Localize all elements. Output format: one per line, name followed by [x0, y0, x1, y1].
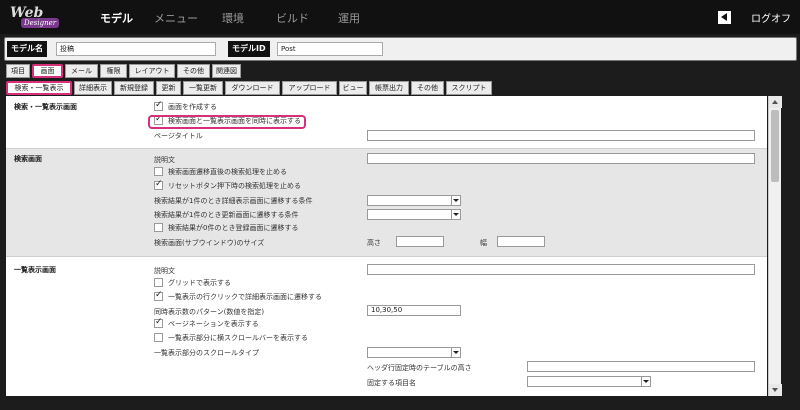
option-label: 検索結果が0件のとき登録画面に遷移する [168, 224, 299, 232]
option-label: 一覧表示部分に横スクロールバーを表示する [168, 334, 308, 342]
grid-display-option[interactable]: グリッドで表示する [154, 277, 231, 289]
scroll-type-select[interactable] [367, 347, 461, 358]
tab-register[interactable]: 新規登録 [114, 81, 154, 95]
subwindow-size-label: 検索画面(サブウインドウ)のサイズ [154, 239, 265, 247]
nav-build[interactable]: ビルド [276, 10, 309, 26]
highlight-frame [148, 115, 306, 129]
checkbox-checked[interactable] [154, 290, 163, 301]
zero-result-register-option[interactable]: 検索結果が0件のとき登録画面に遷移する [154, 222, 299, 234]
nav-model[interactable]: モデル [100, 10, 133, 26]
nav-menu[interactable]: メニュー [154, 10, 198, 26]
fixed-columns-select[interactable] [527, 376, 651, 387]
checkbox-checked[interactable] [154, 317, 163, 328]
tab-download[interactable]: ダウンロード [225, 81, 280, 95]
model-id-label: モデルID [228, 41, 270, 57]
section-title: 検索画面 [14, 155, 42, 163]
row-click-detail-option[interactable]: 一覧表示の行クリックで詳細表示画面に遷移する [154, 290, 322, 303]
search-description-input[interactable] [367, 153, 755, 164]
section-title: 検索・一覧表示画面 [14, 103, 77, 111]
list-description-input[interactable] [367, 264, 755, 275]
model-id-field[interactable]: Post [277, 42, 383, 56]
one-result-detail-select[interactable] [367, 195, 461, 206]
section-search-list: 検索・一覧表示画面 画面を作成する 検索画面と一覧表示画面を同時に表示する ペー… [6, 96, 767, 149]
tab-relation-diagram[interactable]: 関連図 [212, 64, 241, 78]
settings-panel: 検索・一覧表示画面 画面を作成する 検索画面と一覧表示画面を同時に表示する ペー… [6, 96, 767, 396]
vertical-scrollbar[interactable] [768, 96, 782, 396]
chevron-down-icon [451, 210, 460, 219]
chevron-down-icon [641, 377, 650, 386]
checkbox[interactable] [154, 332, 163, 342]
tab-detail[interactable]: 詳細表示 [74, 81, 112, 95]
one-result-update-label: 検索結果が1件のとき更新画面に遷移する条件 [154, 211, 299, 219]
scroll-up-arrow-icon[interactable] [769, 96, 782, 108]
subwindow-width-input[interactable] [497, 236, 545, 247]
description-label: 説明文 [154, 156, 175, 164]
option-label: 検索画面遷移直後の検索処理を止める [168, 168, 287, 176]
tab-view[interactable]: ビュー [339, 81, 367, 95]
tab-items[interactable]: 項目 [6, 64, 30, 78]
app-logo[interactable]: Web Designer [4, 2, 68, 32]
checkbox-checked[interactable] [154, 179, 163, 190]
stop-after-reset-option[interactable]: リセットボタン押下時の検索処理を止める [154, 179, 301, 192]
chevron-down-icon [451, 348, 460, 357]
option-label: リセットボタン押下時の検索処理を止める [168, 182, 301, 190]
scroll-down-arrow-icon[interactable] [769, 384, 782, 396]
height-label: 高さ [367, 239, 381, 247]
tab-other[interactable]: その他 [177, 64, 210, 78]
tab-mail[interactable]: メール [65, 64, 98, 78]
option-label: グリッドで表示する [168, 279, 231, 287]
model-name-field[interactable]: 投稿 [56, 42, 216, 56]
subwindow-height-input[interactable] [396, 236, 444, 247]
description-label: 説明文 [154, 267, 175, 275]
width-label: 幅 [480, 239, 487, 247]
checkbox-checked[interactable] [154, 100, 163, 111]
back-arrow-icon[interactable] [718, 11, 731, 24]
tab-other-sub[interactable]: その他 [411, 81, 444, 95]
logoff-link[interactable]: ログオフ [751, 10, 791, 25]
section-search: 検索画面 説明文 検索画面遷移直後の検索処理を止める リセットボタン押下時の検索… [6, 149, 767, 257]
tab-search-list[interactable]: 検索・一覧表示 [6, 81, 72, 95]
tab-upload[interactable]: アップロード [282, 81, 337, 95]
tab-bulk-update[interactable]: 一覧更新 [183, 81, 223, 95]
checkbox[interactable] [154, 222, 163, 232]
scrollbar-thumb[interactable] [771, 110, 779, 182]
nav-operation[interactable]: 運用 [338, 10, 360, 26]
option-label: 画面を作成する [168, 103, 217, 111]
fixed-columns-label: 固定する項目名 [367, 379, 416, 387]
paging-option[interactable]: ページネーションを表示する [154, 317, 259, 330]
model-name-label: モデル名 [7, 41, 47, 57]
scroll-type-label: 一覧表示部分のスクロールタイプ [154, 349, 259, 357]
tab-screen[interactable]: 画面 [32, 64, 63, 78]
header-table-height-input[interactable] [527, 361, 755, 372]
nav-environment[interactable]: 環境 [222, 10, 244, 26]
h-scrollbar-option[interactable]: 一覧表示部分に横スクロールバーを表示する [154, 332, 308, 344]
option-label: 一覧表示の行クリックで詳細表示画面に遷移する [168, 293, 322, 301]
section-title: 一覧表示画面 [14, 266, 56, 274]
model-info-bar: モデル名 投稿 モデルID Post [4, 37, 797, 61]
option-label: ページネーションを表示する [168, 320, 259, 328]
header-table-height-label: ヘッダ行固定時のテーブルの高さ [367, 364, 472, 372]
one-result-update-select[interactable] [367, 209, 461, 220]
logo-text-sub: Designer [21, 18, 60, 28]
top-navigation-bar: Web Designer モデル メニュー 環境 ビルド 運用 ログオフ [0, 0, 800, 34]
count-pattern-input[interactable]: 10,30,50 [367, 305, 461, 316]
checkbox[interactable] [154, 166, 163, 176]
tab-report[interactable]: 帳票出力 [369, 81, 409, 95]
tab-update[interactable]: 更新 [156, 81, 181, 95]
one-result-detail-label: 検索結果が1件のとき詳細表示画面に遷移する条件 [154, 197, 313, 205]
tab-script[interactable]: スクリプト [446, 81, 492, 95]
create-screen-option[interactable]: 画面を作成する [154, 100, 217, 113]
checkbox[interactable] [154, 277, 163, 287]
page-title-label: ページタイトル [154, 132, 203, 140]
page-title-input[interactable] [367, 130, 755, 141]
count-pattern-label: 同時表示数のパターン(数値を指定) [154, 308, 265, 316]
tab-permission[interactable]: 権限 [100, 64, 127, 78]
chevron-down-icon [451, 196, 460, 205]
tab-layout[interactable]: レイアウト [129, 64, 175, 78]
section-list: 一覧表示画面 説明文 グリッドで表示する 一覧表示の行クリックで詳細表示画面に遷… [6, 257, 767, 396]
stop-after-move-option[interactable]: 検索画面遷移直後の検索処理を止める [154, 166, 287, 178]
